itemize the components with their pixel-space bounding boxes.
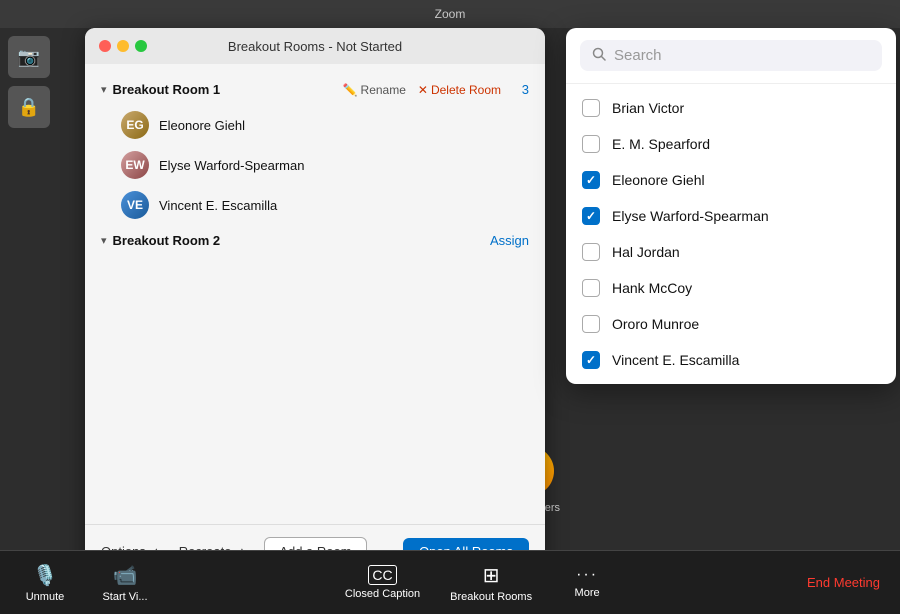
room-1-header: ▾ Breakout Room 1 ✏️ Rename ✕ Delete Roo… [85, 74, 545, 105]
x-icon: ✕ [418, 83, 428, 97]
room-1-actions: ✏️ Rename ✕ Delete Room 3 [343, 82, 529, 97]
maximize-window-button[interactable] [135, 40, 147, 52]
search-item-elyse[interactable]: Elyse Warford-Spearman [566, 198, 896, 234]
search-name-elyse: Elyse Warford-Spearman [612, 208, 769, 224]
toolbar-more[interactable]: ··· More [562, 566, 612, 599]
traffic-lights [99, 40, 147, 52]
end-meeting-button[interactable]: End Meeting [807, 575, 880, 590]
more-label: More [575, 587, 600, 599]
search-item-hank[interactable]: Hank McCoy [566, 270, 896, 306]
name-elyse: Elyse Warford-Spearman [159, 158, 304, 173]
search-input-wrapper [580, 40, 882, 71]
search-header [566, 28, 896, 84]
checkbox-eleonore[interactable] [582, 171, 600, 189]
checkbox-elyse[interactable] [582, 207, 600, 225]
room-1-count: 3 [513, 82, 529, 97]
search-item-vincent[interactable]: Vincent E. Escamilla [566, 342, 896, 378]
checkbox-hal[interactable] [582, 243, 600, 261]
toolbar-unmute[interactable]: 🎙️ Unmute [20, 563, 70, 603]
zoom-background: Zoom 📷 🔒 👤 Invite Others Breakout Rooms … [0, 0, 900, 614]
start-video-label: Start Vi... [102, 591, 147, 603]
breakout-rooms-icon: ⊞ [483, 563, 500, 588]
delete-label: Delete Room [431, 83, 501, 97]
search-name-brian: Brian Victor [612, 100, 684, 116]
mic-icon: 🎙️ [33, 563, 58, 588]
room-2-header: ▾ Breakout Room 2 Assign [85, 225, 545, 256]
search-item-em[interactable]: E. M. Spearford [566, 126, 896, 162]
breakout-panel: Breakout Rooms - Not Started ▾ Breakout … [85, 28, 545, 578]
bottom-toolbar: 🎙️ Unmute 📹 Start Vi... CC Closed Captio… [0, 550, 900, 614]
cc-icon: CC [368, 565, 396, 585]
app-title: Zoom [435, 7, 466, 21]
participant-eleonore: EG Eleonore Giehl [85, 105, 545, 145]
room-2-section: ▾ Breakout Room 2 Assign [85, 225, 545, 256]
checkbox-brian[interactable] [582, 99, 600, 117]
room-2-name: Breakout Room 2 [113, 233, 484, 248]
top-bar: Zoom [0, 0, 900, 28]
camera-icon[interactable]: 📷 [8, 36, 50, 78]
search-item-brian[interactable]: Brian Victor [566, 90, 896, 126]
rename-label: Rename [361, 83, 406, 97]
closed-caption-label: Closed Caption [345, 588, 420, 600]
minimize-window-button[interactable] [117, 40, 129, 52]
search-input[interactable] [614, 47, 870, 64]
rename-room-1-button[interactable]: ✏️ Rename [343, 83, 406, 97]
search-name-ororo: Ororo Munroe [612, 316, 699, 332]
checkbox-ororo[interactable] [582, 315, 600, 333]
participant-vincent: VE Vincent E. Escamilla [85, 185, 545, 225]
room-1-section: ▾ Breakout Room 1 ✏️ Rename ✕ Delete Roo… [85, 74, 545, 225]
search-name-hal: Hal Jordan [612, 244, 680, 260]
toolbar-closed-caption[interactable]: CC Closed Caption [345, 565, 420, 600]
search-icon [592, 47, 606, 64]
delete-room-1-button[interactable]: ✕ Delete Room [418, 83, 501, 97]
search-item-eleonore[interactable]: Eleonore Giehl [566, 162, 896, 198]
avatar-eleonore: EG [121, 111, 149, 139]
room-2-actions: Assign [490, 233, 529, 248]
assign-room-2-button[interactable]: Assign [490, 233, 529, 248]
top-left-icons: 📷 🔒 [8, 36, 50, 128]
more-icon: ··· [576, 566, 598, 584]
lock-icon[interactable]: 🔒 [8, 86, 50, 128]
search-name-eleonore: Eleonore Giehl [612, 172, 705, 188]
panel-content: ▾ Breakout Room 1 ✏️ Rename ✕ Delete Roo… [85, 64, 545, 524]
panel-titlebar: Breakout Rooms - Not Started [85, 28, 545, 64]
name-eleonore: Eleonore Giehl [159, 118, 245, 133]
video-icon: 📹 [113, 563, 138, 588]
search-item-ororo[interactable]: Ororo Munroe [566, 306, 896, 342]
search-dropdown: Brian Victor E. M. Spearford Eleonore Gi… [566, 28, 896, 384]
search-name-hank: Hank McCoy [612, 280, 692, 296]
checkbox-hank[interactable] [582, 279, 600, 297]
search-name-vincent: Vincent E. Escamilla [612, 352, 739, 368]
toolbar-start-video[interactable]: 📹 Start Vi... [100, 563, 150, 603]
toolbar-breakout-rooms[interactable]: ⊞ Breakout Rooms [450, 563, 532, 603]
avatar-vincent: VE [121, 191, 149, 219]
room-1-chevron[interactable]: ▾ [101, 83, 107, 96]
avatar-elyse: EW [121, 151, 149, 179]
panel-title: Breakout Rooms - Not Started [228, 39, 402, 54]
name-vincent: Vincent E. Escamilla [159, 198, 277, 213]
participant-elyse: EW Elyse Warford-Spearman [85, 145, 545, 185]
pencil-icon: ✏️ [343, 83, 358, 97]
close-window-button[interactable] [99, 40, 111, 52]
room-1-name: Breakout Room 1 [113, 82, 337, 97]
search-participant-list: Brian Victor E. M. Spearford Eleonore Gi… [566, 84, 896, 384]
breakout-rooms-label: Breakout Rooms [450, 591, 532, 603]
room-2-chevron[interactable]: ▾ [101, 234, 107, 247]
search-item-hal[interactable]: Hal Jordan [566, 234, 896, 270]
search-name-em: E. M. Spearford [612, 136, 710, 152]
checkbox-vincent[interactable] [582, 351, 600, 369]
checkbox-em[interactable] [582, 135, 600, 153]
unmute-label: Unmute [26, 591, 65, 603]
